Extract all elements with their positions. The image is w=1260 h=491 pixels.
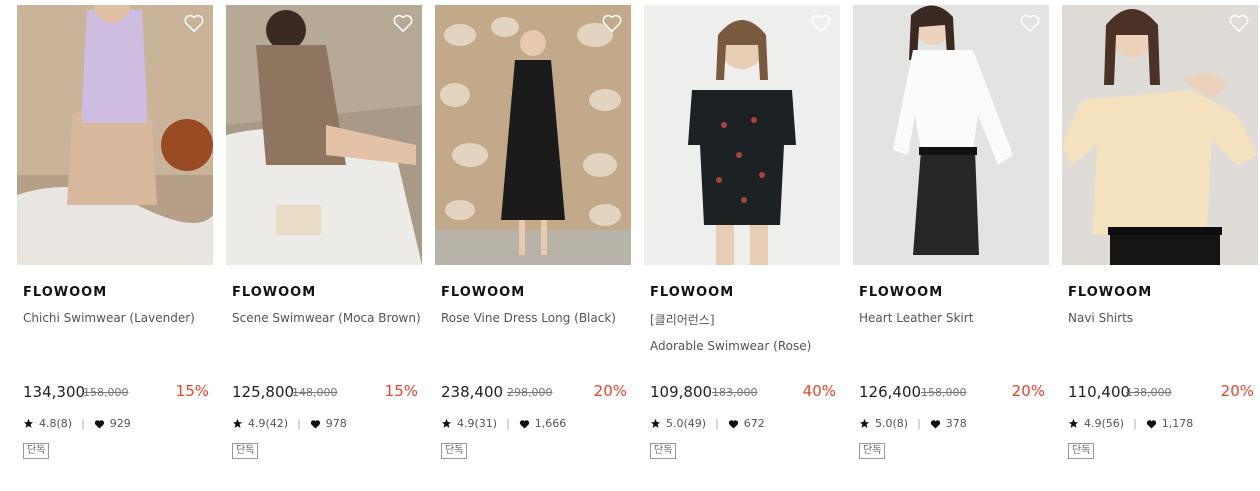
heart-icon [930,419,940,429]
sale-price: 238,400 [441,383,504,401]
discount-rate: 15% [175,382,209,400]
original-price: 158,000 [83,386,129,399]
product-meta: 5.0(8) | 378 [859,417,967,430]
product-name[interactable]: [클리어런스] [650,311,715,328]
meta-divider: | [506,417,510,430]
like-count: 672 [743,417,765,430]
product-name[interactable]: Navi Shirts [1068,311,1133,325]
rating-value: 4.9(42) [248,417,289,430]
discount-rate: 20% [593,382,627,400]
meta-divider: | [1133,417,1137,430]
like-count: 1,178 [1161,417,1194,430]
rating-value: 4.8(8) [39,417,73,430]
product-image[interactable] [17,5,213,265]
exclusive-badge: 단독 [232,443,259,459]
product-grid: FLOWOOM Chichi Swimwear (Lavender) 134,3… [0,0,1260,491]
product-name[interactable]: Rose Vine Dress Long (Black) [441,311,616,325]
meta-divider: | [297,417,301,430]
exclusive-badge: 단독 [1068,443,1095,459]
sale-price: 134,300 [23,383,86,401]
product-name[interactable]: Heart Leather Skirt [859,311,973,325]
brand-name[interactable]: FLOWOOM [859,285,943,300]
meta-divider: | [917,417,921,430]
wishlist-heart-icon[interactable] [810,13,832,33]
product-image[interactable] [1062,5,1258,265]
discount-rate: 20% [1011,382,1045,400]
original-price: 148,000 [292,386,338,399]
wishlist-heart-icon[interactable] [1019,13,1041,33]
product-meta: 4.8(8) | 929 [23,417,131,430]
product-meta: 4.9(42) | 978 [232,417,347,430]
product-name[interactable]: Scene Swimwear (Moca Brown) [232,311,421,325]
product-image[interactable] [644,5,840,265]
discount-rate: 20% [1220,382,1254,400]
product-card[interactable]: FLOWOOM Heart Leather Skirt 126,400 158,… [853,5,1049,485]
product-card[interactable]: FLOWOOM Rose Vine Dress Long (Black) 238… [435,5,631,485]
product-image[interactable] [435,5,631,265]
product-card[interactable]: FLOWOOM Scene Swimwear (Moca Brown) 125,… [226,5,422,485]
product-name-line2[interactable]: Adorable Swimwear (Rose) [650,339,811,353]
sale-price: 125,800 [232,383,295,401]
brand-name[interactable]: FLOWOOM [441,285,525,300]
wishlist-heart-icon[interactable] [183,13,205,33]
exclusive-badge: 단독 [859,443,886,459]
like-count: 1,666 [534,417,567,430]
brand-name[interactable]: FLOWOOM [650,285,734,300]
star-icon [441,418,452,428]
star-icon [232,418,243,428]
wishlist-heart-icon[interactable] [1228,13,1250,33]
heart-icon [728,419,738,429]
heart-icon [1146,419,1156,429]
product-image[interactable] [226,5,422,265]
brand-name[interactable]: FLOWOOM [232,285,316,300]
product-image[interactable] [853,5,1049,265]
sale-price: 109,800 [650,383,713,401]
like-count: 378 [945,417,967,430]
wishlist-heart-icon[interactable] [601,13,623,33]
original-price: 298,000 [507,386,553,399]
star-icon [1068,418,1079,428]
product-meta: 4.9(56) | 1,178 [1068,417,1193,430]
star-icon [859,418,870,428]
like-count: 978 [325,417,347,430]
heart-icon [94,419,104,429]
rating-value: 5.0(49) [666,417,707,430]
rating-value: 5.0(8) [875,417,909,430]
discount-rate: 15% [384,382,418,400]
exclusive-badge: 단독 [23,443,50,459]
exclusive-badge: 단독 [441,443,468,459]
heart-icon [519,419,529,429]
original-price: 138,000 [1126,386,1172,399]
product-name[interactable]: Chichi Swimwear (Lavender) [23,311,195,325]
product-card[interactable]: FLOWOOM Navi Shirts 110,400 138,000 20% … [1062,5,1258,485]
brand-name[interactable]: FLOWOOM [23,285,107,300]
exclusive-badge: 단독 [650,443,677,459]
like-count: 929 [109,417,131,430]
star-icon [23,418,34,428]
brand-name[interactable]: FLOWOOM [1068,285,1152,300]
sale-price: 126,400 [859,383,922,401]
product-card[interactable]: FLOWOOM Chichi Swimwear (Lavender) 134,3… [17,5,213,485]
star-icon [650,418,661,428]
rating-value: 4.9(56) [1084,417,1125,430]
product-meta: 5.0(49) | 672 [650,417,765,430]
product-card[interactable]: FLOWOOM [클리어런스] Adorable Swimwear (Rose)… [644,5,840,485]
product-meta: 4.9(31) | 1,666 [441,417,566,430]
wishlist-heart-icon[interactable] [392,13,414,33]
original-price: 183,000 [712,386,758,399]
meta-divider: | [81,417,85,430]
sale-price: 110,400 [1068,383,1131,401]
discount-rate: 40% [802,382,836,400]
heart-icon [310,419,320,429]
original-price: 158,000 [921,386,967,399]
rating-value: 4.9(31) [457,417,498,430]
meta-divider: | [715,417,719,430]
